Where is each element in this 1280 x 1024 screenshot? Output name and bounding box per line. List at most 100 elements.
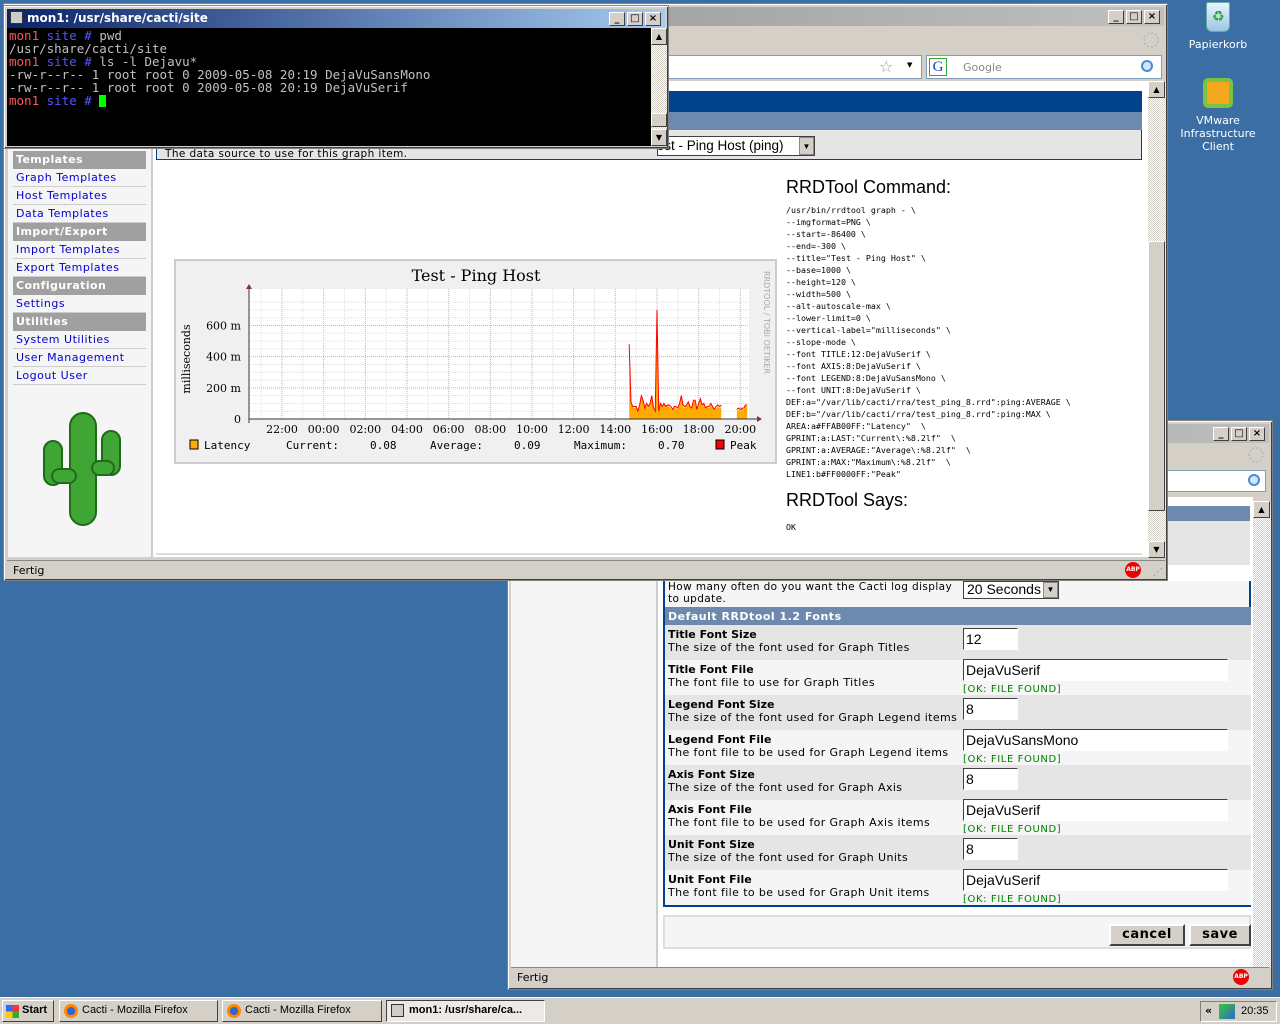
scroll-down-button[interactable]: ▼ bbox=[1148, 541, 1165, 558]
putty-icon bbox=[10, 11, 23, 24]
scroll-down-button[interactable]: ▼ bbox=[651, 129, 667, 146]
chevron-down-icon: ▼ bbox=[1043, 582, 1058, 598]
maximize-button[interactable]: □ bbox=[1231, 427, 1247, 441]
file-status: [OK: FILE FOUND] bbox=[963, 894, 1062, 905]
setting-title: Title Font Size bbox=[668, 628, 757, 641]
vertical-scrollbar[interactable]: ▲ ▼ bbox=[651, 28, 667, 146]
minimize-button[interactable]: _ bbox=[609, 12, 625, 26]
x-tick-label: 12:00 bbox=[558, 423, 590, 436]
system-tray: « 20:35 bbox=[1200, 1001, 1277, 1022]
settings-row: Unit Font File The font file to be used f… bbox=[665, 869, 1251, 905]
data-source-hint: The data source to use for this graph it… bbox=[165, 148, 408, 160]
setting-title: Unit Font Size bbox=[668, 838, 755, 851]
settings-row: Legend Font File The font file to be used… bbox=[665, 729, 1251, 765]
url-dropdown-icon[interactable]: ▼ bbox=[907, 61, 912, 69]
sidebar-link[interactable]: User Management bbox=[13, 349, 146, 367]
search-magnifier-icon[interactable] bbox=[1141, 60, 1153, 72]
task-firefox-2[interactable]: Cacti - Mozilla Firefox bbox=[222, 1000, 382, 1022]
vertical-scrollbar[interactable]: ▲ ▼ bbox=[1148, 81, 1166, 558]
task-terminal[interactable]: mon1: /usr/share/ca... bbox=[386, 1000, 545, 1022]
terminal-output[interactable]: mon1 site # pwd/usr/share/cacti/site mon1… bbox=[7, 28, 651, 146]
x-tick-label: 06:00 bbox=[433, 423, 465, 436]
chart-title: Test - Ping Host bbox=[412, 266, 541, 285]
task-label: Cacti - Mozilla Firefox bbox=[245, 1004, 351, 1016]
search-input[interactable]: G Google bbox=[926, 55, 1162, 79]
firefox-icon bbox=[64, 1004, 78, 1018]
google-engine-icon[interactable]: G bbox=[929, 58, 947, 76]
ping-chart: 22:00 00:00 02:00 04:00 06:00 08:00 10:00 12:00… bbox=[180, 266, 771, 452]
vertical-scrollbar[interactable]: ▲ bbox=[1253, 501, 1271, 967]
sidebar-link[interactable]: Settings bbox=[13, 295, 146, 313]
legend-latency: Latency bbox=[204, 439, 251, 452]
maximize-button[interactable]: □ bbox=[627, 12, 643, 26]
putty-icon bbox=[391, 1004, 404, 1017]
content-divider bbox=[156, 553, 1142, 555]
scroll-thumb[interactable] bbox=[1148, 241, 1165, 511]
sidebar-link[interactable]: Data Templates bbox=[13, 205, 146, 223]
adblock-icon[interactable]: ABP bbox=[1125, 562, 1141, 578]
scroll-thumb[interactable] bbox=[651, 113, 667, 127]
x-tick-label: 04:00 bbox=[391, 423, 423, 436]
setting-description: The size of the font used for Graph Lege… bbox=[668, 711, 958, 724]
file-status: [OK: FILE FOUND] bbox=[963, 754, 1062, 765]
sidebar-link[interactable]: Logout User bbox=[13, 367, 146, 385]
y-tick-label: 400 m bbox=[206, 351, 241, 364]
close-button[interactable]: × bbox=[1144, 10, 1160, 24]
minimize-button[interactable]: _ bbox=[1108, 10, 1124, 24]
sidebar-link[interactable]: Graph Templates bbox=[13, 169, 146, 187]
firefox-icon bbox=[227, 1004, 241, 1018]
scroll-up-button[interactable]: ▲ bbox=[1253, 501, 1270, 518]
font-file-input[interactable]: DejaVuSerif bbox=[963, 799, 1228, 821]
title-bar[interactable]: mon1: /usr/share/cacti/site _ □ × bbox=[7, 9, 665, 28]
desktop-icon-recycle-bin[interactable]: ♻ Papierkorb bbox=[1180, 2, 1256, 51]
data-source-select[interactable]: Test - Ping Host (ping) ▼ bbox=[657, 136, 815, 156]
setting-description: The font file to be used for Graph Unit … bbox=[668, 886, 930, 899]
x-tick-label: 18:00 bbox=[683, 423, 715, 436]
scroll-up-button[interactable]: ▲ bbox=[1148, 81, 1165, 98]
task-firefox-1[interactable]: Cacti - Mozilla Firefox bbox=[59, 1000, 218, 1022]
search-magnifier-icon[interactable] bbox=[1248, 474, 1260, 486]
network-icon[interactable] bbox=[1219, 1004, 1235, 1019]
font-file-input[interactable]: DejaVuSansMono bbox=[963, 729, 1228, 751]
sidebar-section-header: Utilities bbox=[13, 313, 146, 331]
sidebar-link[interactable]: System Utilities bbox=[13, 331, 146, 349]
close-button[interactable]: × bbox=[1249, 427, 1265, 441]
maximize-button[interactable]: □ bbox=[1126, 10, 1142, 24]
x-tick-label: 02:00 bbox=[349, 423, 381, 436]
recycle-bin-icon: ♻ bbox=[1206, 2, 1230, 32]
y-tick-label: 0 bbox=[234, 413, 241, 426]
setting-title: Axis Font Size bbox=[668, 768, 755, 781]
sidebar-link[interactable]: Export Templates bbox=[13, 259, 146, 277]
sidebar-section-header: Templates bbox=[13, 151, 146, 169]
start-button[interactable]: Start bbox=[2, 1000, 54, 1022]
log-refresh-select[interactable]: 20 Seconds ▼ bbox=[963, 581, 1059, 599]
setting-description: The font file to be used for Graph Axis … bbox=[668, 816, 931, 829]
url-bar[interactable]: ☆ ▼ bbox=[664, 55, 922, 79]
font-size-input[interactable]: 12 bbox=[963, 628, 1018, 650]
cancel-button[interactable]: cancel bbox=[1109, 924, 1185, 946]
sidebar-link[interactable]: Host Templates bbox=[13, 187, 146, 205]
bookmark-star-icon[interactable]: ☆ bbox=[879, 57, 893, 76]
resize-grip-icon[interactable]: ⋰ bbox=[1153, 567, 1163, 578]
search-placeholder: Google bbox=[963, 61, 1002, 74]
font-size-input[interactable]: 8 bbox=[963, 838, 1018, 860]
setting-description: The size of the font used for Graph Axis bbox=[668, 781, 903, 794]
setting-description: The size of the font used for Graph Unit… bbox=[668, 851, 909, 864]
close-button[interactable]: × bbox=[645, 12, 661, 26]
desktop-icon-vmware[interactable]: VMware Infrastructure Client bbox=[1166, 78, 1270, 153]
taskbar: Start Cacti - Mozilla Firefox Cacti - Mo… bbox=[0, 997, 1280, 1024]
x-tick-label: 08:00 bbox=[474, 423, 506, 436]
scroll-up-button[interactable]: ▲ bbox=[651, 28, 667, 45]
sidebar-link[interactable]: Import Templates bbox=[13, 241, 146, 259]
minimize-button[interactable]: _ bbox=[1213, 427, 1229, 441]
font-file-input[interactable]: DejaVuSerif bbox=[963, 659, 1228, 681]
legend-current-label: Current: bbox=[286, 439, 339, 452]
font-size-input[interactable]: 8 bbox=[963, 768, 1018, 790]
font-file-input[interactable]: DejaVuSerif bbox=[963, 869, 1228, 891]
status-bar: Fertig ABP bbox=[511, 967, 1269, 987]
save-button[interactable]: save bbox=[1189, 924, 1251, 946]
font-size-input[interactable]: 8 bbox=[963, 698, 1018, 720]
tray-expand-icon[interactable]: « bbox=[1205, 1004, 1212, 1017]
desktop-icon-label: VMware Infrastructure Client bbox=[1180, 114, 1256, 153]
adblock-icon[interactable]: ABP bbox=[1233, 969, 1249, 985]
